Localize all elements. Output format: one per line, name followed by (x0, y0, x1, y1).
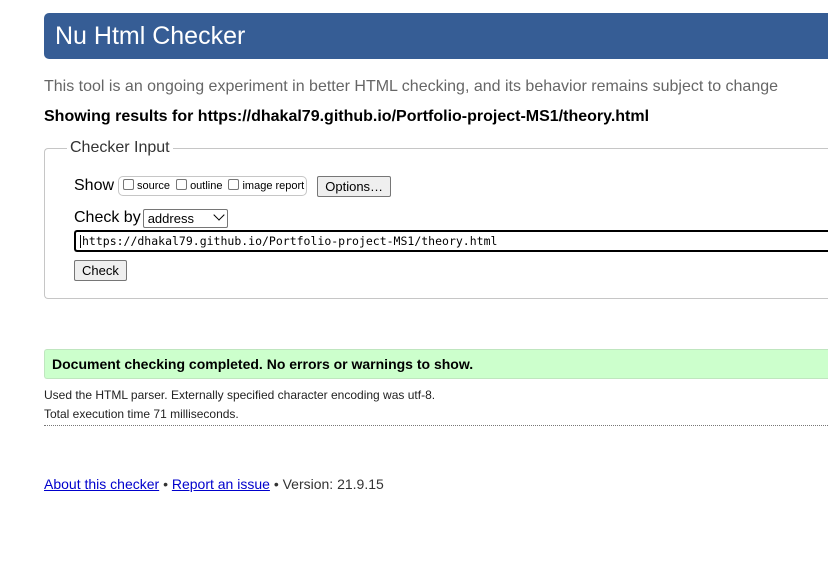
footer: About this checker • Report an issue • V… (44, 476, 384, 492)
check-by-selected-value: address (147, 210, 194, 226)
show-image-report-option[interactable]: image report (228, 178, 305, 192)
divider (44, 425, 828, 426)
show-label: Show (74, 177, 115, 194)
check-button[interactable]: Check (74, 260, 127, 281)
check-by-select[interactable]: address (142, 208, 228, 228)
text-caret (80, 235, 81, 248)
chevron-down-icon (213, 209, 225, 221)
result-details: Used the HTML parser. Externally specifi… (44, 386, 435, 424)
checker-input-legend: Checker Input (70, 139, 170, 156)
page-title: Nu Html Checker (55, 22, 246, 50)
version-text: Version: 21.9.15 (282, 476, 384, 492)
about-checker-link[interactable]: About this checker (44, 476, 159, 492)
show-options-group: source outline image report (118, 176, 308, 196)
check-by-row: Check by address (74, 208, 228, 228)
header-bar: Nu Html Checker (44, 13, 828, 59)
parser-info: Used the HTML parser. Externally specifi… (44, 388, 436, 402)
show-options-row: Show source outline image report Options… (74, 174, 392, 198)
image-report-label: image report (242, 180, 305, 192)
outline-label: outline (190, 180, 223, 192)
show-source-option[interactable]: source (123, 178, 171, 192)
success-message: Document checking completed. No errors o… (44, 349, 828, 379)
source-checkbox[interactable] (123, 178, 135, 190)
page: Nu Html Checker This tool is an ongoing … (0, 0, 828, 580)
source-label: source (137, 180, 171, 192)
options-button[interactable]: Options… (317, 175, 392, 197)
outline-checkbox[interactable] (176, 178, 188, 190)
image-report-checkbox[interactable] (228, 178, 240, 190)
execution-time: Total execution time 71 milliseconds. (44, 407, 239, 421)
report-issue-link[interactable]: Report an issue (172, 476, 270, 492)
footer-separator: • (273, 476, 279, 492)
check-by-label: Check by (74, 209, 141, 226)
footer-separator: • (163, 476, 168, 492)
url-input[interactable]: https://dhakal79.github.io/Portfolio-pro… (74, 230, 828, 252)
showing-results-heading: Showing results for https://dhakal79.git… (44, 108, 650, 125)
tagline: This tool is an ongoing experiment in be… (44, 78, 779, 95)
url-input-value: https://dhakal79.github.io/Portfolio-pro… (82, 234, 498, 248)
show-outline-option[interactable]: outline (176, 178, 223, 192)
